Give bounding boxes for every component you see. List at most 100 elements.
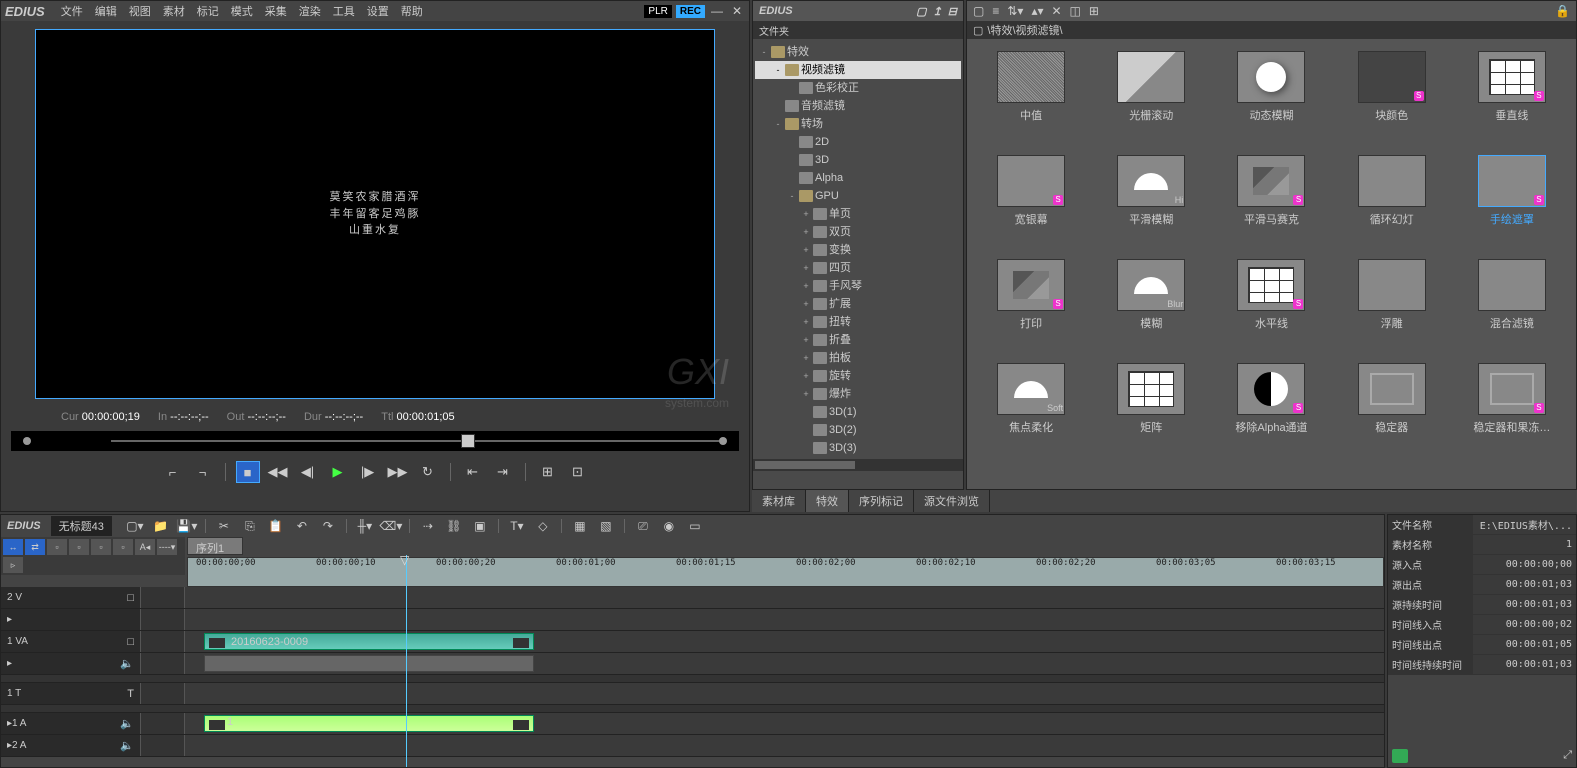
mark-in-button[interactable]: ⌐ <box>161 461 185 483</box>
time-ruler[interactable]: 00:00:00;0000:00:00;1000:00:00;2000:00:0… <box>187 557 1384 587</box>
tree-node[interactable]: Alpha <box>755 169 961 187</box>
playhead[interactable] <box>406 555 407 767</box>
mode-c[interactable]: ▫ <box>47 539 67 555</box>
title-button[interactable]: T▾ <box>506 517 528 535</box>
tree-node[interactable]: +爆炸 <box>755 385 961 403</box>
tree-node[interactable]: +手风琴 <box>755 277 961 295</box>
tree-node[interactable]: +旋转 <box>755 367 961 385</box>
track-row[interactable]: 2 V□ <box>1 587 1384 609</box>
mixer-button[interactable]: ⎚ <box>632 517 654 535</box>
mode-f[interactable]: ▫ <box>113 539 133 555</box>
folder-tree[interactable]: -特效-视频滤镜色彩校正音频滤镜-转场2D3DAlpha-GPU+单页+双页+变… <box>753 39 963 467</box>
view-icon[interactable]: ▢ <box>973 4 984 18</box>
overwrite-button[interactable]: ⊡ <box>566 461 590 483</box>
track-row[interactable]: 1 VA□ 20160623-0009 <box>1 631 1384 653</box>
tree-node[interactable]: +四页 <box>755 259 961 277</box>
scrub-handle[interactable] <box>461 434 475 448</box>
goto-out-button[interactable]: ⇥ <box>491 461 515 483</box>
sequence-tab[interactable]: 序列1 <box>187 537 243 555</box>
h-scrollbar[interactable] <box>753 459 963 471</box>
stop-button[interactable]: ■ <box>236 461 260 483</box>
track-ctrl[interactable] <box>141 631 185 652</box>
effect-item[interactable]: 循环幻灯 <box>1340 155 1444 251</box>
mode-e[interactable]: ▫ <box>91 539 111 555</box>
effects-breadcrumb[interactable]: ▢ \特效\视频滤镜\ <box>967 21 1576 39</box>
mode-a[interactable]: ↔ <box>3 539 23 555</box>
insert-button[interactable]: ⊞ <box>536 461 560 483</box>
track-row[interactable]: ▸2 A🔈 <box>1 735 1384 757</box>
effect-item[interactable]: 浮雕 <box>1340 259 1444 355</box>
mode-i[interactable]: ▹ <box>3 557 23 573</box>
effect-item[interactable]: Blur模糊 <box>1099 259 1203 355</box>
effect-item[interactable]: 光栅滚动 <box>1099 51 1203 147</box>
effect-item[interactable]: 矩阵 <box>1099 363 1203 459</box>
tree-node[interactable]: 3D(3) <box>755 439 961 457</box>
delete-button[interactable]: ⌫▾ <box>380 517 402 535</box>
group-button[interactable]: ▣ <box>469 517 491 535</box>
filter-icon[interactable]: ▴▾ <box>1031 4 1043 18</box>
tree-node[interactable]: 音频滤镜 <box>755 97 961 115</box>
menu-工具[interactable]: 工具 <box>327 4 361 20</box>
effect-item[interactable]: S平滑马赛克 <box>1219 155 1323 251</box>
tree-icon[interactable]: ⊟ <box>948 5 957 18</box>
mark-out-button[interactable]: ¬ <box>191 461 215 483</box>
delete-icon[interactable]: ✕ <box>1051 4 1061 18</box>
tab-markers[interactable]: 序列标记 <box>849 490 914 512</box>
step-fwd-button[interactable]: |▶ <box>356 461 380 483</box>
track-header[interactable]: 2 V□ <box>1 587 141 608</box>
effect-item[interactable]: S手绘遮罩 <box>1460 155 1564 251</box>
open-button[interactable]: 📁 <box>150 517 172 535</box>
track-header[interactable]: ▸1 A🔈 <box>1 713 141 734</box>
list-icon[interactable]: ≡ <box>992 4 999 18</box>
rewind-button[interactable]: ◀◀ <box>266 461 290 483</box>
tree-node[interactable]: 3D(1) <box>755 403 961 421</box>
settings-icon[interactable]: ⊞ <box>1089 4 1099 18</box>
copy-button[interactable]: ⎘ <box>239 517 261 535</box>
mode-d[interactable]: ▫ <box>69 539 89 555</box>
tree-node[interactable]: +扩展 <box>755 295 961 313</box>
sort-icon[interactable]: ⇅▾ <box>1007 4 1023 18</box>
effect-item[interactable]: S移除Alpha通道 <box>1219 363 1323 459</box>
tree-node[interactable]: 3D <box>755 151 961 169</box>
tree-node[interactable]: -特效 <box>755 43 961 61</box>
cut-button[interactable]: ✂ <box>213 517 235 535</box>
effect-item[interactable]: S宽银幕 <box>979 155 1083 251</box>
effect-item[interactable]: S块颜色 <box>1340 51 1444 147</box>
tree-node[interactable]: +双页 <box>755 223 961 241</box>
menu-视图[interactable]: 视图 <box>123 4 157 20</box>
folder-icon[interactable]: ▢ <box>916 5 926 18</box>
tab-source[interactable]: 源文件浏览 <box>914 490 990 512</box>
tree-node[interactable]: 2D <box>755 133 961 151</box>
tree-node[interactable]: -GPU <box>755 187 961 205</box>
menu-采集[interactable]: 采集 <box>259 4 293 20</box>
link-button[interactable]: ⛓ <box>443 517 465 535</box>
tree-node[interactable]: +拍板 <box>755 349 961 367</box>
effect-item[interactable]: 混合滤镜 <box>1460 259 1564 355</box>
effect-item[interactable]: Soft焦点柔化 <box>979 363 1083 459</box>
step-back-button[interactable]: ◀| <box>296 461 320 483</box>
track-ctrl[interactable] <box>141 609 185 630</box>
goto-in-button[interactable]: ⇤ <box>461 461 485 483</box>
export-button[interactable]: ▧ <box>595 517 617 535</box>
track-ctrl[interactable] <box>141 587 185 608</box>
effect-item[interactable]: S水平线 <box>1219 259 1323 355</box>
track-header[interactable]: 1 VA□ <box>1 631 141 652</box>
video-preview[interactable]: 莫笑农家腊酒浑 丰年留客足鸡豚 山重水复 <box>35 29 715 399</box>
clip[interactable] <box>204 655 534 672</box>
new-button[interactable]: ▢▾ <box>124 517 146 535</box>
track-header[interactable]: ▸2 A🔈 <box>1 735 141 756</box>
group-icon[interactable]: ◫ <box>1070 4 1081 18</box>
track-row[interactable]: 1 TT <box>1 683 1384 705</box>
effect-item[interactable]: 中值 <box>979 51 1083 147</box>
tree-node[interactable]: +折叠 <box>755 331 961 349</box>
track-ctrl[interactable] <box>141 735 185 756</box>
track-ctrl[interactable] <box>141 653 185 674</box>
render-button[interactable]: ▦ <box>569 517 591 535</box>
mode-g[interactable]: A◂ <box>135 539 155 555</box>
marker-out-button[interactable]: ◇ <box>532 517 554 535</box>
menu-编辑[interactable]: 编辑 <box>89 4 123 20</box>
track-row[interactable]: ▸🔈 <box>1 653 1384 675</box>
effect-item[interactable]: 动态模糊 <box>1219 51 1323 147</box>
tab-effects[interactable]: 特效 <box>806 490 849 512</box>
clip[interactable]: 20160623-0009 <box>204 633 534 650</box>
